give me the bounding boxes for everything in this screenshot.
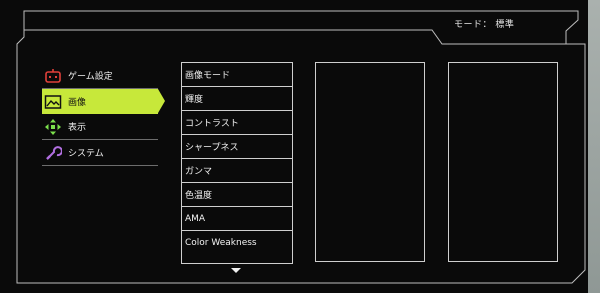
options-panel: [315, 62, 425, 262]
menu-item-picture[interactable]: 画像: [42, 89, 165, 114]
mode-indicator: モード： 標準: [454, 20, 515, 30]
wrench-icon: [44, 145, 62, 161]
submenu-color-temperature[interactable]: 色温度: [182, 183, 292, 207]
submenu-ama[interactable]: AMA: [182, 207, 292, 231]
menu-item-label: 表示: [68, 123, 87, 133]
menu-item-display[interactable]: 表示: [42, 114, 158, 140]
submenu-sharpness[interactable]: シャープネス: [182, 135, 292, 159]
picture-submenu: 画像モード 輝度 コントラスト シャープネス ガンマ 色温度 AMA Color…: [181, 62, 293, 264]
game-controller-icon: [44, 68, 62, 84]
menu-item-label: ゲーム設定: [68, 72, 113, 82]
menu-item-game-settings[interactable]: ゲーム設定: [42, 63, 158, 89]
scroll-down-icon[interactable]: [231, 268, 241, 273]
main-menu: ゲーム設定 画像 表示 システム: [42, 63, 165, 166]
osd-screen: モード： 標準 ゲーム設定 画像 表示 システム 画像モード 輝度 コントラスト…: [0, 0, 600, 293]
submenu-brightness[interactable]: 輝度: [182, 87, 292, 111]
menu-item-label: 画像: [68, 98, 87, 108]
submenu-color-weakness[interactable]: Color Weakness: [182, 231, 292, 255]
display-arrows-icon: [44, 118, 62, 135]
menu-item-system[interactable]: システム: [42, 140, 158, 166]
picture-icon: [44, 94, 62, 110]
submenu-contrast[interactable]: コントラスト: [182, 111, 292, 135]
background-wall: [588, 0, 600, 293]
value-panel: [448, 62, 558, 262]
menu-item-label: システム: [68, 149, 104, 159]
submenu-picture-mode[interactable]: 画像モード: [182, 63, 292, 87]
submenu-gamma[interactable]: ガンマ: [182, 159, 292, 183]
